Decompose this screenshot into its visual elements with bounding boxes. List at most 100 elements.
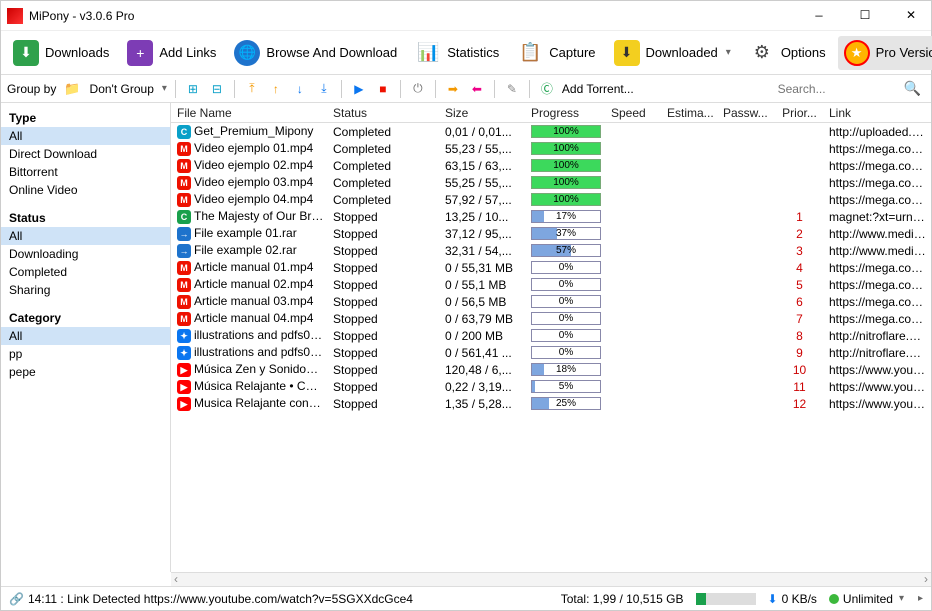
pro-version-button[interactable]: ★Pro Version▾ [838,36,932,70]
sidebar-item[interactable]: Downloading [1,245,170,263]
cell-link: http://nitroflare.com/view/BI [825,327,931,345]
wand-icon[interactable]: ✎ [503,80,521,98]
statistics-button[interactable]: 📊Statistics [409,36,505,70]
power-icon[interactable]: ⏻ [409,80,427,98]
table-row[interactable]: MArticle manual 04.mp4Stopped0 / 63,79 M… [171,310,931,327]
window-title: MiPony - v3.0.6 Pro [29,9,805,23]
browse-label: Browse And Download [266,45,397,60]
rows[interactable]: CGet_Premium_MiponyCompleted0,01 / 0,01.… [171,123,931,572]
cell-pass [719,164,775,168]
browse-button[interactable]: 🌐 Browse And Download [228,36,403,70]
downloads-button[interactable]: ⬇Downloads [7,36,115,70]
left-icon[interactable]: ⬅ [468,80,486,98]
col-speed[interactable]: Speed [607,104,663,122]
downloaded-button[interactable]: ⬇Downloaded▾ [608,36,737,70]
cell-est [663,181,719,185]
col-status[interactable]: Status [329,104,441,122]
search-input[interactable] [778,82,898,96]
top-icon[interactable]: ⤒ [243,80,261,98]
sidebar-item[interactable]: All [1,227,170,245]
sidebar-item[interactable]: Online Video [1,181,170,199]
progress-bar: 17% [531,210,601,223]
sidebar-item[interactable]: Bittorrent [1,163,170,181]
capture-label: Capture [549,45,595,60]
table-row[interactable]: ✦illustrations and pdfs02.rarStopped0 / … [171,344,931,361]
unlimited-button[interactable]: Unlimited▾ [829,592,904,606]
cell-size: 55,25 / 55,... [441,174,527,192]
cell-priority: 3 [775,242,825,260]
sidebar-item[interactable]: Completed [1,263,170,281]
table-row[interactable]: ▶Musica Relajante con Flauta Ze...Stoppe… [171,395,931,412]
col-filename[interactable]: File Name [171,104,329,122]
table-row[interactable]: CThe Majesty of Our Broken PastStopped13… [171,208,931,225]
cell-est [663,334,719,338]
cell-speed [607,232,663,236]
cell-link: magnet:?xt=urn:btih:10261b7 [825,208,931,226]
cell-status: Stopped [329,225,441,243]
col-estimated[interactable]: Estima... [663,104,719,122]
sidebar-item[interactable]: All [1,327,170,345]
col-priority[interactable]: Prior... [775,104,825,122]
table-row[interactable]: MVideo ejemplo 02.mp4Completed63,15 / 63… [171,157,931,174]
col-progress[interactable]: Progress [527,104,607,122]
groupby-value[interactable]: Don't Group [90,82,154,96]
minimize-button[interactable]: — [805,6,833,26]
cell-pass [719,215,775,219]
cell-status: Stopped [329,259,441,277]
table-row[interactable]: CGet_Premium_MiponyCompleted0,01 / 0,01.… [171,123,931,140]
cell-status: Stopped [329,208,441,226]
cell-status: Stopped [329,276,441,294]
table-row[interactable]: ▶Música Relajante • Calmar la M...Stoppe… [171,378,931,395]
horizontal-scrollbar[interactable] [171,572,931,586]
play-icon[interactable]: ▶ [350,80,368,98]
options-button[interactable]: ⚙Options [743,36,832,70]
sidebar-item[interactable]: Direct Download [1,145,170,163]
down-icon[interactable]: ↓ [291,80,309,98]
maximize-button[interactable]: ☐ [851,6,879,26]
table-row[interactable]: MVideo ejemplo 04.mp4Completed57,92 / 57… [171,191,931,208]
stop-icon[interactable]: ■ [374,80,392,98]
cell-est [663,147,719,151]
col-link[interactable]: Link [825,104,931,122]
cell-est [663,402,719,406]
folder-icon: 📁 [64,81,80,97]
up-icon[interactable]: ↑ [267,80,285,98]
cell-est [663,249,719,253]
table-row[interactable]: →File example 02.rarStopped32,31 / 54,..… [171,242,931,259]
col-password[interactable]: Passw... [719,104,775,122]
cell-speed [607,283,663,287]
cell-est [663,317,719,321]
close-button[interactable]: ✕ [897,6,925,26]
col-size[interactable]: Size [441,104,527,122]
chart-icon: 📊 [415,40,441,66]
table-row[interactable]: →File example 01.rarStopped37,12 / 95,..… [171,225,931,242]
search-icon[interactable]: 🔍 [904,80,921,97]
sidebar-item[interactable]: pp [1,345,170,363]
add-links-button[interactable]: +Add Links [121,36,222,70]
sidebar-item[interactable]: All [1,127,170,145]
progress-bar: 100% [531,125,601,138]
cell-priority: 5 [775,276,825,294]
main-toolbar: ⬇Downloads +Add Links 🌐 Browse And Downlo… [1,31,931,75]
progress-bar: 100% [531,159,601,172]
capture-button[interactable]: 📋Capture [511,36,601,70]
add-torrent-button[interactable]: Add Torrent... [562,82,634,96]
table-row[interactable]: ▶Música Zen y Sonidos de la Nat...Stoppe… [171,361,931,378]
collapse-icon[interactable]: ⊟ [208,80,226,98]
table-row[interactable]: MArticle manual 02.mp4Stopped0 / 55,1 MB… [171,276,931,293]
table-row[interactable]: MArticle manual 03.mp4Stopped0 / 56,5 MB… [171,293,931,310]
table-row[interactable]: MVideo ejemplo 01.mp4Completed55,23 / 55… [171,140,931,157]
table-row[interactable]: MArticle manual 01.mp4Stopped0 / 55,31 M… [171,259,931,276]
table-row[interactable]: ✦illustrations and pdfs01.rarStopped0 / … [171,327,931,344]
globe-icon: 🌐 [234,40,260,66]
table-row[interactable]: MVideo ejemplo 03.mp4Completed55,25 / 55… [171,174,931,191]
right-icon[interactable]: ➡ [444,80,462,98]
sidebar-item[interactable]: Sharing [1,281,170,299]
bottom-icon[interactable]: ⤓ [315,80,333,98]
chevron-right-icon[interactable]: ▸ [918,593,923,604]
expand-icon[interactable]: ⊞ [184,80,202,98]
sidebar-item[interactable]: pepe [1,363,170,381]
cell-pass [719,130,775,134]
chevron-down-icon[interactable]: ▾ [162,83,167,94]
file-icon: M [177,176,191,190]
